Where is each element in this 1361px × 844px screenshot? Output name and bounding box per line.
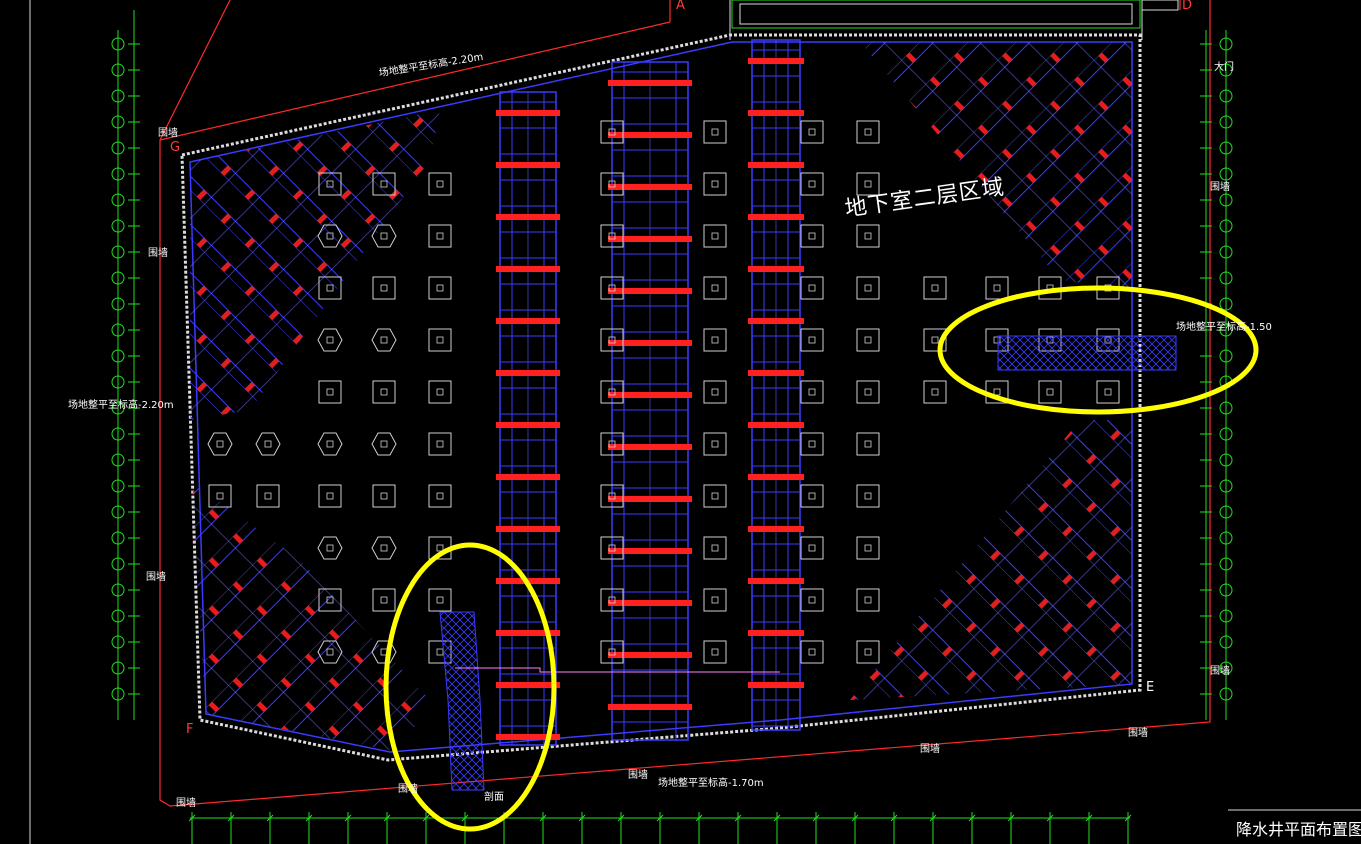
column-pier (800, 380, 824, 404)
column-pier (317, 432, 343, 456)
grid-letter-e: E (1146, 680, 1155, 695)
column-pier (800, 588, 824, 612)
column-pier (923, 276, 947, 300)
column-pier (800, 536, 824, 560)
wall-label-6: 围墙 (920, 744, 940, 755)
column-pier (428, 328, 452, 352)
column-pier (428, 224, 452, 248)
truss (608, 61, 692, 741)
grid-letter-f: F (186, 722, 194, 737)
wall-label-2: 围墙 (148, 248, 168, 259)
column-pier (428, 484, 452, 508)
column-pier (800, 640, 824, 664)
column-pier (800, 172, 824, 196)
wall-label-1: 围墙 (158, 128, 178, 139)
wall-label-9: 围墙 (1210, 666, 1230, 677)
wall-label-10: 围墙 (398, 784, 418, 795)
wall-label-8: 围墙 (1210, 182, 1230, 193)
column-pier (318, 484, 342, 508)
dewatering-zone-right (997, 335, 1177, 371)
column-pier (428, 588, 452, 612)
column-pier (703, 432, 727, 456)
column-pier (256, 484, 280, 508)
column-pier (317, 536, 343, 560)
column-pier (207, 432, 233, 456)
column-pier (703, 536, 727, 560)
column-pier (800, 328, 824, 352)
column-pier (856, 432, 880, 456)
column-pier (703, 224, 727, 248)
column-pier (703, 276, 727, 300)
column-pier (371, 536, 397, 560)
dewatering-zone-bottom (439, 611, 485, 791)
bottom-dimension-row (188, 812, 1132, 844)
column-pier (428, 276, 452, 300)
column-pier (371, 432, 397, 456)
column-pier (800, 120, 824, 144)
column-pier (985, 276, 1009, 300)
column-pier (428, 432, 452, 456)
column-pier (703, 120, 727, 144)
column-pier (1038, 380, 1062, 404)
gate-label: 大门 (1214, 62, 1234, 73)
column-pier (800, 276, 824, 300)
column-pier (856, 640, 880, 664)
grid-letter-g: G (170, 140, 181, 155)
column-pier (372, 380, 396, 404)
grid-letter-d: D (1182, 0, 1193, 13)
left-grid-axis (111, 10, 140, 720)
column-pier (428, 380, 452, 404)
column-pier (856, 120, 880, 144)
column-pier (856, 224, 880, 248)
right-grid-axis (1200, 30, 1233, 720)
column-pier (703, 588, 727, 612)
drawing-title: 降水井平面布置图 (1236, 820, 1361, 839)
column-pier (703, 484, 727, 508)
column-pier (800, 484, 824, 508)
column-pier (372, 484, 396, 508)
column-pier (703, 328, 727, 352)
column-pier (703, 380, 727, 404)
column-pier (856, 588, 880, 612)
column-pier (703, 640, 727, 664)
truss (748, 39, 804, 731)
column-pier (1096, 380, 1120, 404)
column-pier (856, 536, 880, 560)
column-pier (923, 380, 947, 404)
column-pier (317, 328, 343, 352)
column-pier (371, 328, 397, 352)
column-pier (318, 380, 342, 404)
column-pier (856, 328, 880, 352)
cad-drawing-canvas (29, 0, 1361, 844)
column-pier (856, 380, 880, 404)
column-pier (255, 432, 281, 456)
wall-label-3: 围墙 (146, 572, 166, 583)
elevation-note-right: 场地整平至标高-1.50 (1176, 322, 1272, 333)
vertical-trusses (496, 39, 804, 746)
column-pier (703, 172, 727, 196)
wall-label-5: 围墙 (628, 770, 648, 781)
elevation-note-bottom: 场地整平至标高-1.70m (658, 778, 764, 789)
column-pier (800, 432, 824, 456)
column-pier (856, 484, 880, 508)
wall-label-7: 围墙 (1128, 728, 1148, 739)
column-pier (800, 224, 824, 248)
column-pier (372, 276, 396, 300)
column-pier (428, 172, 452, 196)
column-pier (372, 588, 396, 612)
wall-label-4: 围墙 (176, 798, 196, 809)
elevation-note-left: 场地整平至标高-2.20m (68, 400, 174, 411)
cut-label: 剖面 (484, 792, 504, 803)
grid-letter-a: A (676, 0, 685, 13)
column-pier (856, 276, 880, 300)
